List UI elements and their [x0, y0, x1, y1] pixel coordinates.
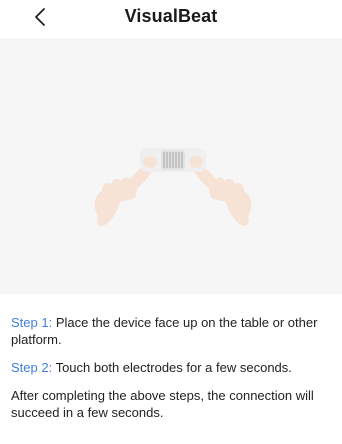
instructions: Step 1: Place the device face up on the …: [11, 314, 337, 421]
page-title: VisualBeat: [124, 6, 218, 26]
step-2-text: Touch both electrodes for a few seconds.: [52, 360, 292, 375]
hands-touching-device-icon: [94, 148, 252, 226]
step-2: Step 2: Touch both electrodes for a few …: [11, 359, 337, 376]
step-1-text: Place the device face up on the table or…: [11, 315, 318, 347]
step-1-label: Step 1:: [11, 315, 53, 330]
step-1: Step 1: Place the device face up on the …: [11, 314, 337, 348]
header: VisualBeat: [0, 0, 342, 34]
left-fingertip: [143, 156, 157, 168]
completion-note: After completing the above steps, the co…: [11, 388, 314, 420]
right-fingertip: [189, 156, 203, 168]
step-2-label: Step 2:: [11, 360, 53, 375]
screen: VisualBeat Step 1: Place the device face…: [0, 0, 342, 444]
illustration-panel: [0, 38, 342, 294]
device-electrode-stripes: [161, 150, 185, 170]
